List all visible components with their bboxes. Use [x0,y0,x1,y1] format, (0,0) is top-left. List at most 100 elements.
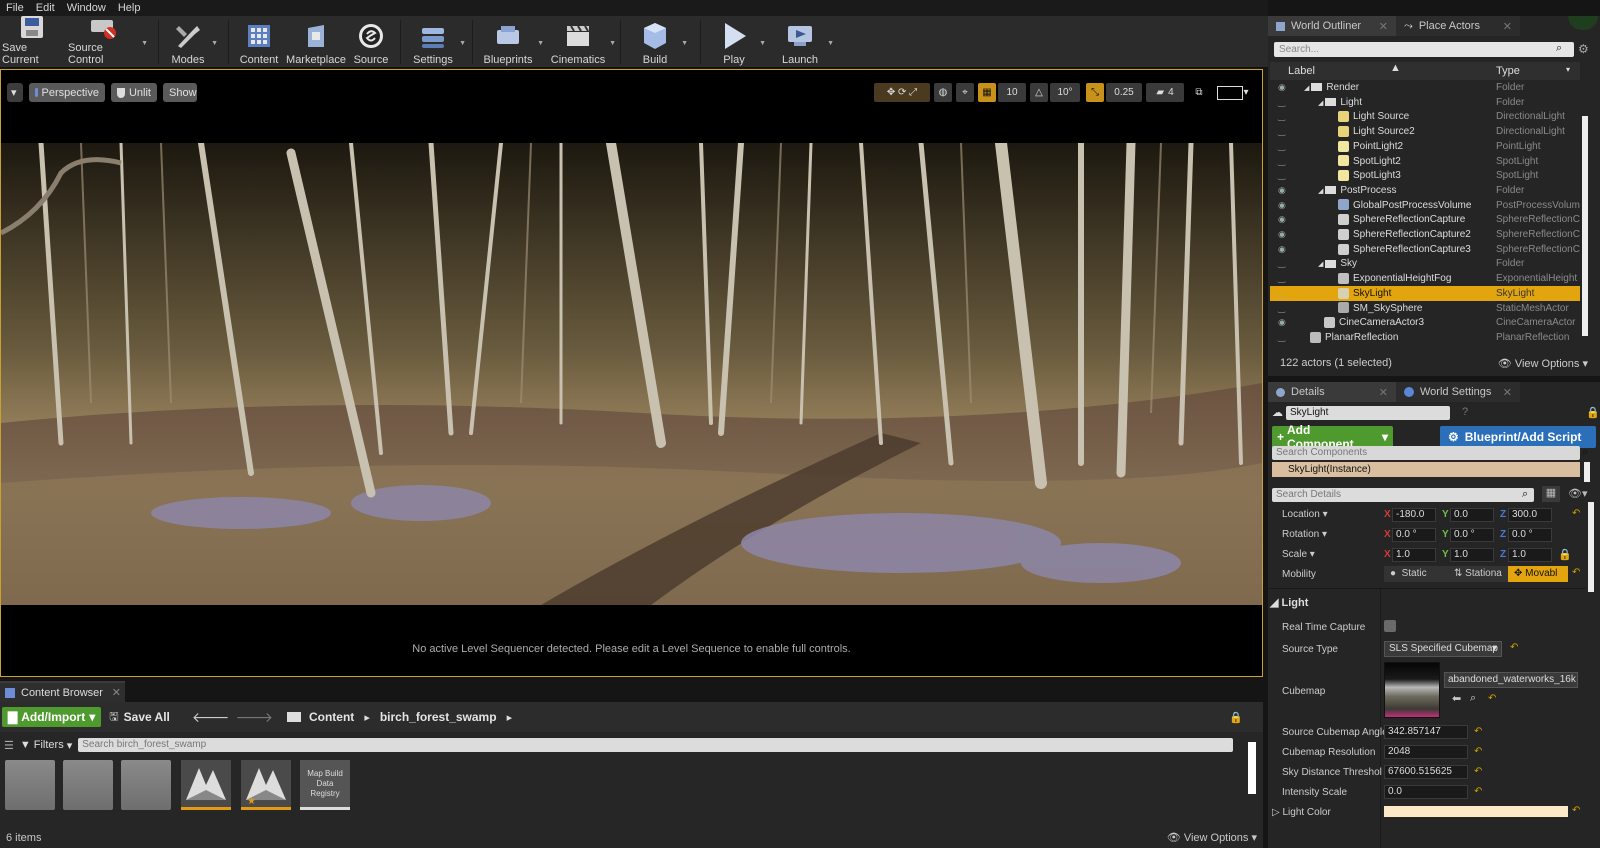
blueprint-add-script-button[interactable]: ⚙ Blueprint/Add Script [1440,426,1596,448]
chevron-down-icon[interactable]: ◢ [1318,261,1325,268]
tab-details[interactable]: Details ✕ [1268,382,1396,402]
details-scrollbar[interactable] [1588,502,1594,592]
outliner-search-input[interactable]: Search... [1274,42,1574,57]
eye-icon[interactable]: ‿ [1278,286,1285,301]
rotation-x-input[interactable]: 0.0 ° [1392,528,1436,542]
eye-icon[interactable]: ‿ [1278,124,1285,139]
light-color-label[interactable]: ▷ Light Color [1272,807,1331,818]
layout-icon[interactable]: ▾ [1213,83,1253,102]
blueprints-button[interactable]: Blueprints ▼ [482,18,544,66]
source-type-dropdown[interactable]: SLS Specified Cubemap ▾ [1384,641,1502,657]
eye-icon[interactable]: ‿ [1278,330,1285,345]
settings-icon[interactable]: ⚙ [1578,42,1589,56]
breadcrumb-birch-forest-swamp[interactable]: birch_forest_swamp [380,710,497,724]
outliner-scrollbar[interactable] [1582,116,1588,336]
view-options-button[interactable]: 👁 View Options ▾ [1167,831,1257,844]
lock-icon[interactable]: 🔒 [1586,406,1600,419]
outliner-row[interactable]: ‿ ExponentialHeightFog ExponentialHeight [1270,271,1580,286]
light-section-header[interactable]: ◢ Light [1270,596,1308,609]
chevron-down-icon[interactable]: ◢ [1318,100,1325,107]
outliner-row[interactable]: ‿ PlanarReflection PlanarReflection [1270,330,1580,345]
reset-arrow-icon[interactable]: ↶ [1572,567,1580,578]
light-color-swatch[interactable] [1384,806,1568,817]
chevron-down-icon[interactable]: ▾ [1566,65,1570,74]
rotation-snap-icon[interactable]: △ [1030,83,1048,102]
reset-arrow-icon[interactable]: ↶ [1510,642,1518,653]
scale-y-input[interactable]: 1.0 [1450,548,1494,562]
map-build-data-registry-asset[interactable]: Map Build Data Registry [300,760,350,810]
cubemap-resolution-input[interactable]: 2048 [1384,745,1468,759]
eye-icon[interactable]: ◉ [1278,80,1286,95]
chevron-down-icon[interactable]: ▼ [759,40,766,47]
eye-icon[interactable]: ‿ [1278,154,1285,169]
real-time-capture-checkbox[interactable] [1384,620,1396,632]
reset-arrow-icon[interactable]: ↶ [1572,805,1580,816]
close-icon[interactable]: ✕ [1379,20,1388,33]
sources-toggle-icon[interactable]: ☰ [4,739,14,752]
browse-search-icon[interactable]: ⌕ [1470,692,1476,705]
location-y-input[interactable]: 0.0 [1450,508,1494,522]
grid-snap-icon[interactable]: ▦ [978,83,996,102]
search-components-input[interactable]: Search Components [1272,446,1580,460]
mobility-movable-option[interactable]: ✥ Movabl [1508,566,1568,582]
rotation-z-input[interactable]: 0.0 ° [1508,528,1552,542]
close-icon[interactable]: ✕ [112,686,121,699]
source-button[interactable]: Source [350,18,392,66]
filters-button[interactable]: ▼ Filters ▾ [20,739,72,752]
components-scrollbar[interactable] [1584,462,1590,482]
location-z-input[interactable]: 300.0 [1508,508,1552,522]
back-arrow-icon[interactable]: 🡐 [192,709,230,726]
chevron-down-icon[interactable]: ▼ [827,40,834,47]
reset-arrow-icon[interactable]: ↶ [1572,508,1580,519]
eye-icon[interactable]: ◉ [1278,315,1286,330]
chevron-down-icon[interactable]: ▼ [211,40,218,47]
chevron-down-icon[interactable]: ◢ [1304,85,1311,92]
breadcrumb-content[interactable]: Content [309,710,354,724]
content-scrollbar[interactable] [1248,742,1256,794]
eye-icon[interactable]: ‿ [1278,301,1285,316]
source-control-button[interactable]: Source Control ▼ [68,18,148,66]
chevron-right-icon[interactable]: ▸ [364,711,370,724]
label-column-header[interactable]: Label [1288,65,1315,77]
settings-button[interactable]: Settings ▼ [410,18,466,66]
modes-button[interactable]: Modes ▼ [168,18,218,66]
maximize-icon[interactable]: ⧉ [1191,83,1207,102]
show-button[interactable]: Show [163,83,197,102]
cubemap-thumbnail[interactable] [1384,662,1440,718]
location-x-input[interactable]: -180.0 [1392,508,1436,522]
source-cubemap-angle-input[interactable]: 342.857147 [1384,725,1468,739]
reset-arrow-icon[interactable]: ↶ [1474,786,1482,797]
eye-icon[interactable]: 👁▾ [1568,487,1588,500]
chevron-down-icon[interactable]: ◢ [1318,188,1325,195]
outliner-row[interactable]: ◉ SphereReflectionCapture2 SphereReflectio… [1270,227,1580,242]
outliner-row[interactable]: ‿ ◢ Sky Folder [1270,256,1580,271]
rotation-y-input[interactable]: 0.0 ° [1450,528,1494,542]
reset-arrow-icon[interactable]: ↶ [1474,746,1482,757]
eye-icon[interactable]: ‿ [1278,168,1285,183]
transform-tools[interactable]: ✥ ⟳ ⤢ [874,83,930,102]
lighting-mode-button[interactable]: Unlit [111,83,157,102]
chevron-down-icon[interactable]: ▼ [681,40,688,47]
chevron-down-icon[interactable]: ▼ [537,40,544,47]
chevron-down-icon[interactable]: ▼ [609,40,616,47]
close-icon[interactable]: ✕ [1503,386,1512,399]
tab-place-actors[interactable]: ⤳ Place Actors ✕ [1396,16,1520,36]
type-column-header[interactable]: Type [1496,65,1520,77]
rotation-snap-value[interactable]: 10° [1050,83,1080,102]
outliner-row[interactable]: ◉ CineCameraActor3 CineCameraActor [1270,315,1580,330]
menu-file[interactable]: File [0,2,30,14]
eye-icon[interactable]: ‿ [1278,95,1285,110]
level-asset[interactable]: ★ [241,760,291,810]
outliner-row[interactable]: ‿ Light Source DirectionalLight [1270,109,1580,124]
camera-speed[interactable]: ▰ 4 [1146,83,1184,102]
scale-label[interactable]: Scale ▾ [1282,549,1315,560]
world-local-icon[interactable]: ◍ [934,83,952,102]
close-icon[interactable]: ✕ [1503,20,1512,33]
chevron-down-icon[interactable]: ▼ [459,40,466,47]
outliner-row[interactable]: ◉ SphereReflectionCapture3 SphereReflectio… [1270,242,1580,257]
reset-arrow-icon[interactable]: ↶ [1474,726,1482,737]
outliner-row[interactable]: ◉ GlobalPostProcessVolume PostProcessVolum [1270,198,1580,213]
level-asset[interactable] [181,760,231,810]
eye-icon[interactable]: ◉ [1278,227,1286,242]
outliner-row[interactable]: ‿ SM_SkySphere StaticMeshActor [1270,301,1580,316]
